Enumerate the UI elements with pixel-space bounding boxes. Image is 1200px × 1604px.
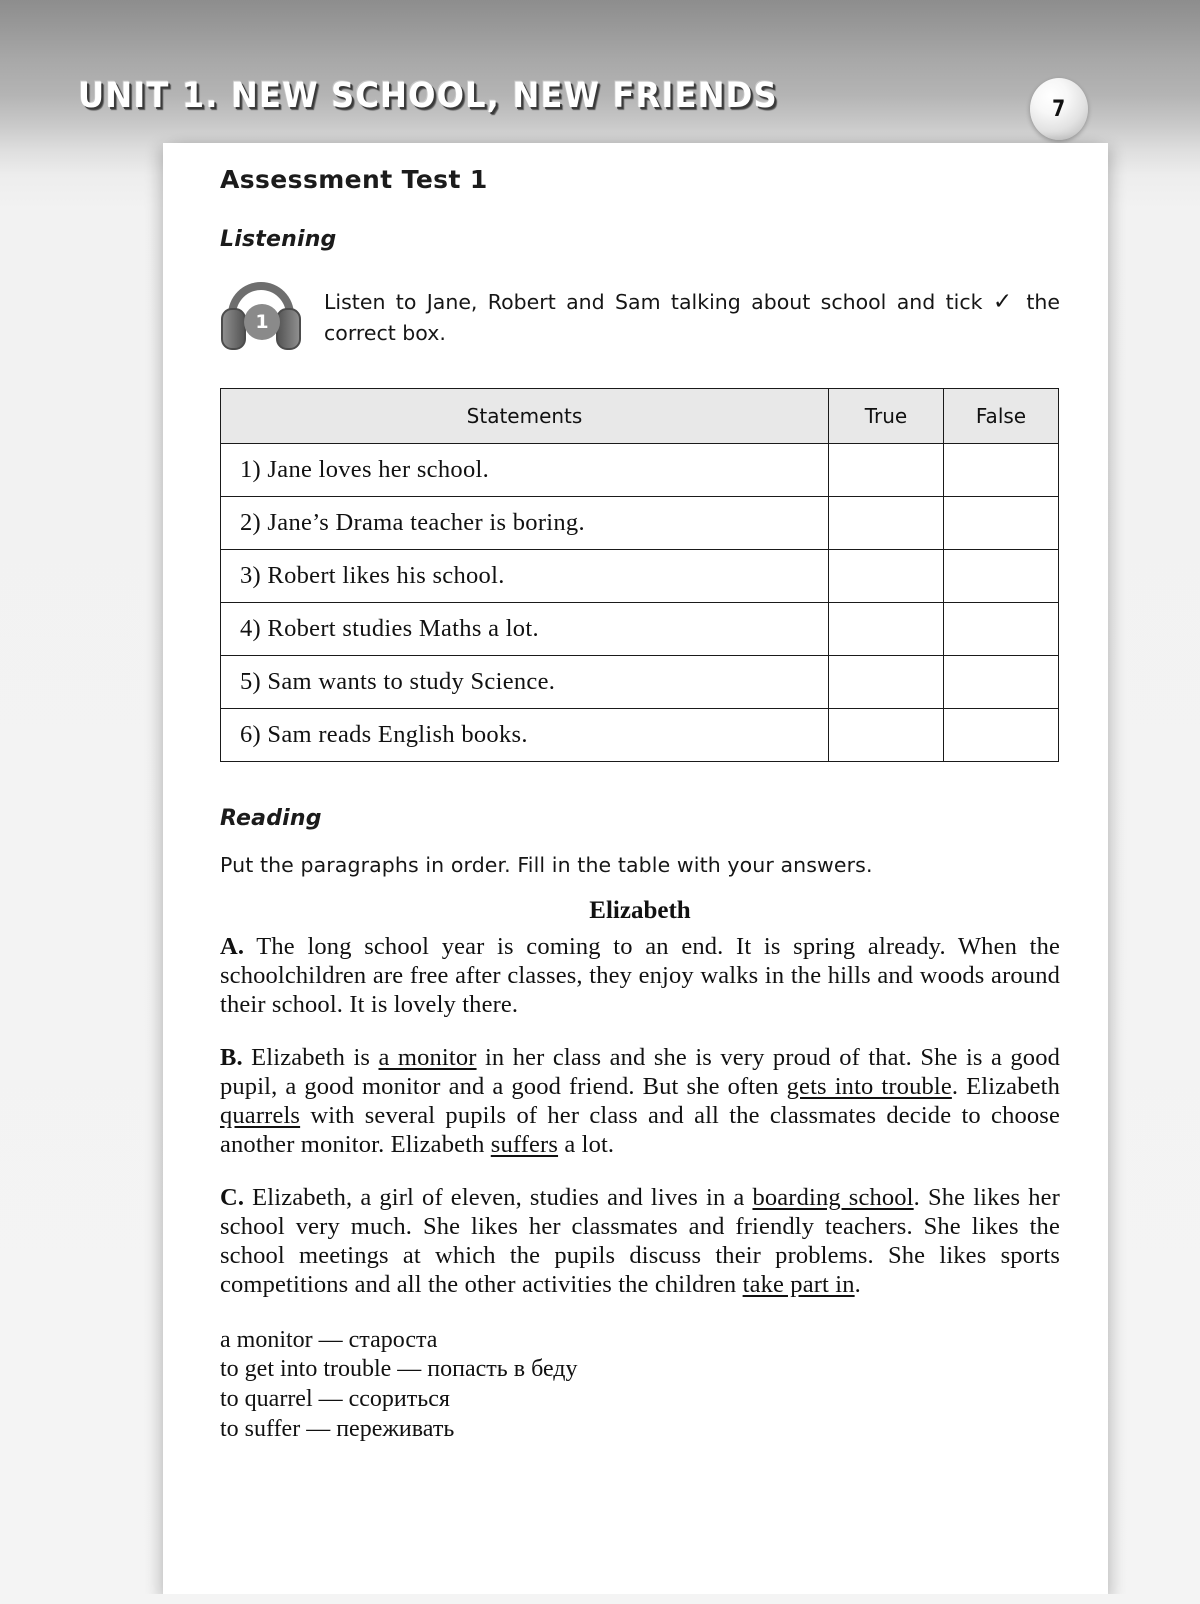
listening-instruction: Listen to Jane, Robert and Sam talking a… [324, 280, 1060, 348]
statement-text: 3) Robert likes his school. [220, 549, 829, 603]
paragraph-c: C. Elizabeth, a girl of eleven, studies … [220, 1184, 1060, 1300]
table-row: 3) Robert likes his school. [220, 549, 1059, 603]
false-checkbox-cell[interactable] [943, 655, 1059, 709]
paragraph-a: A. The long school year is coming to an … [220, 933, 1060, 1020]
column-header-statements: Statements [220, 388, 829, 444]
statement-text: 2) Jane’s Drama teacher is boring. [220, 496, 829, 550]
false-checkbox-cell[interactable] [943, 496, 1059, 550]
vocabulary-list: a monitor — староста to get into trouble… [220, 1326, 1060, 1444]
vocabulary-item: to get into trouble — попасть в беду [220, 1356, 578, 1383]
page-sheet: Assessment Test 1 Listening 1 Listen to … [163, 143, 1108, 1604]
paragraph-a-text: The long school year is coming to an end… [220, 933, 1060, 1018]
vocabulary-item: to suffer — переживать [220, 1415, 455, 1442]
true-false-table: Statements True False 1) Jane loves her … [220, 388, 1059, 762]
true-checkbox-cell[interactable] [828, 708, 944, 762]
page-content: Assessment Test 1 Listening 1 Listen to … [220, 165, 1060, 1444]
statement-text: 5) Sam wants to study Science. [220, 655, 829, 709]
listening-instruction-part1: Listen to Jane, Robert and Sam talking a… [324, 290, 993, 314]
table-row: 2) Jane’s Drama teacher is boring. [220, 496, 1059, 550]
vocabulary-item: to quarrel — ссориться [220, 1386, 450, 1412]
false-checkbox-cell[interactable] [943, 549, 1059, 603]
bottom-edge [0, 1594, 1200, 1604]
table-row: 1) Jane loves her school. [220, 443, 1059, 497]
table-row: 6) Sam reads English books. [220, 708, 1059, 762]
table-row: 5) Sam wants to study Science. [220, 655, 1059, 709]
statement-text: 1) Jane loves her school. [220, 443, 829, 497]
true-checkbox-cell[interactable] [828, 443, 944, 497]
vocabulary-item: a monitor — староста [220, 1326, 438, 1353]
false-checkbox-cell[interactable] [943, 708, 1059, 762]
false-checkbox-cell[interactable] [943, 602, 1059, 656]
page-number-label: 7 [1052, 96, 1066, 122]
statement-text: 6) Sam reads English books. [220, 708, 829, 762]
true-checkbox-cell[interactable] [828, 496, 944, 550]
paragraph-b: B. Elizabeth is a monitor in her class a… [220, 1044, 1060, 1160]
paragraph-b-letter: B. [220, 1044, 243, 1072]
true-checkbox-cell[interactable] [828, 655, 944, 709]
statement-text: 4) Robert studies Maths a lot. [220, 602, 829, 656]
listening-task: 1 Listen to Jane, Robert and Sam talking… [220, 280, 1060, 352]
paragraph-b-text: Elizabeth is a monitor in her class and … [220, 1044, 1061, 1158]
true-checkbox-cell[interactable] [828, 549, 944, 603]
paragraph-c-text: Elizabeth, a girl of eleven, studies and… [220, 1184, 1060, 1299]
true-checkbox-cell[interactable] [828, 602, 944, 656]
section-title-listening: Listening [220, 227, 337, 252]
table-header-row: Statements True False [220, 388, 1059, 444]
unit-header-band: UNIT 1. NEW SCHOOL, NEW FRIENDS 7 [0, 0, 1200, 150]
table-row: 4) Robert studies Maths a lot. [220, 602, 1059, 656]
headphones-cup-left [221, 308, 246, 350]
task-number-badge: 1 [244, 304, 280, 340]
headphones-icon: 1 [220, 280, 302, 352]
column-header-false: False [943, 388, 1059, 444]
paragraph-a-letter: A. [220, 933, 245, 960]
page-number-badge: 7 [1030, 78, 1088, 140]
paragraph-c-letter: C. [220, 1184, 245, 1212]
false-checkbox-cell[interactable] [943, 443, 1059, 497]
headphones-cup-right [276, 308, 301, 350]
page-title: Assessment Test 1 [220, 165, 488, 194]
story-title: Elizabeth [589, 897, 691, 924]
unit-title: UNIT 1. NEW SCHOOL, NEW FRIENDS [78, 76, 778, 116]
reading-instruction: Put the paragraphs in order. Fill in the… [220, 853, 873, 877]
section-title-reading: Reading [220, 806, 322, 831]
column-header-true: True [828, 388, 944, 444]
tick-icon: ✓ [992, 289, 1016, 315]
